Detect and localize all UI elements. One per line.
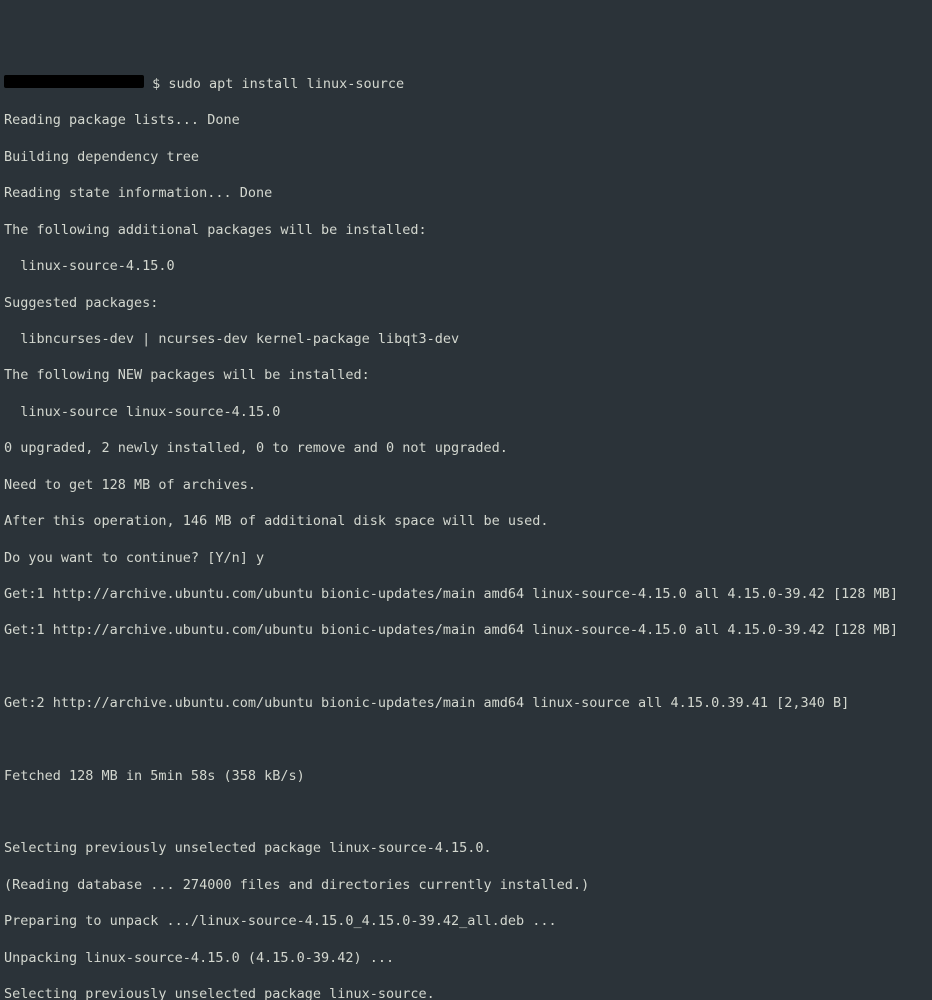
output-line: Need to get 128 MB of archives. — [4, 476, 928, 494]
blank-line — [4, 658, 928, 676]
output-line: The following NEW packages will be insta… — [4, 366, 928, 384]
output-line: Get:1 http://archive.ubuntu.com/ubuntu b… — [4, 621, 928, 639]
output-line: linux-source-4.15.0 — [4, 257, 928, 275]
output-line: The following additional packages will b… — [4, 221, 928, 239]
output-line: After this operation, 146 MB of addition… — [4, 512, 928, 530]
output-line: Suggested packages: — [4, 294, 928, 312]
output-line: Building dependency tree — [4, 148, 928, 166]
output-line: Selecting previously unselected package … — [4, 839, 928, 857]
output-line: Reading state information... Done — [4, 184, 928, 202]
prompt-symbol: $ — [144, 75, 168, 93]
output-line: Get:1 http://archive.ubuntu.com/ubuntu b… — [4, 585, 928, 603]
output-line: Fetched 128 MB in 5min 58s (358 kB/s) — [4, 767, 928, 785]
output-line: Reading package lists... Done — [4, 111, 928, 129]
command-text: sudo apt install linux-source — [168, 75, 404, 93]
output-line: Get:2 http://archive.ubuntu.com/ubuntu b… — [4, 694, 928, 712]
output-line: libncurses-dev | ncurses-dev kernel-pack… — [4, 330, 928, 348]
prompt-line[interactable]: $ sudo apt install linux-source — [4, 75, 928, 93]
output-line: Selecting previously unselected package … — [4, 985, 928, 1000]
output-line: Do you want to continue? [Y/n] y — [4, 549, 928, 567]
output-line: 0 upgraded, 2 newly installed, 0 to remo… — [4, 439, 928, 457]
output-line: Preparing to unpack .../linux-source-4.1… — [4, 912, 928, 930]
output-line: linux-source linux-source-4.15.0 — [4, 403, 928, 421]
redacted-hostname — [4, 75, 144, 88]
blank-line — [4, 803, 928, 821]
blank-line — [4, 731, 928, 749]
output-line: (Reading database ... 274000 files and d… — [4, 876, 928, 894]
output-line: Unpacking linux-source-4.15.0 (4.15.0-39… — [4, 949, 928, 967]
